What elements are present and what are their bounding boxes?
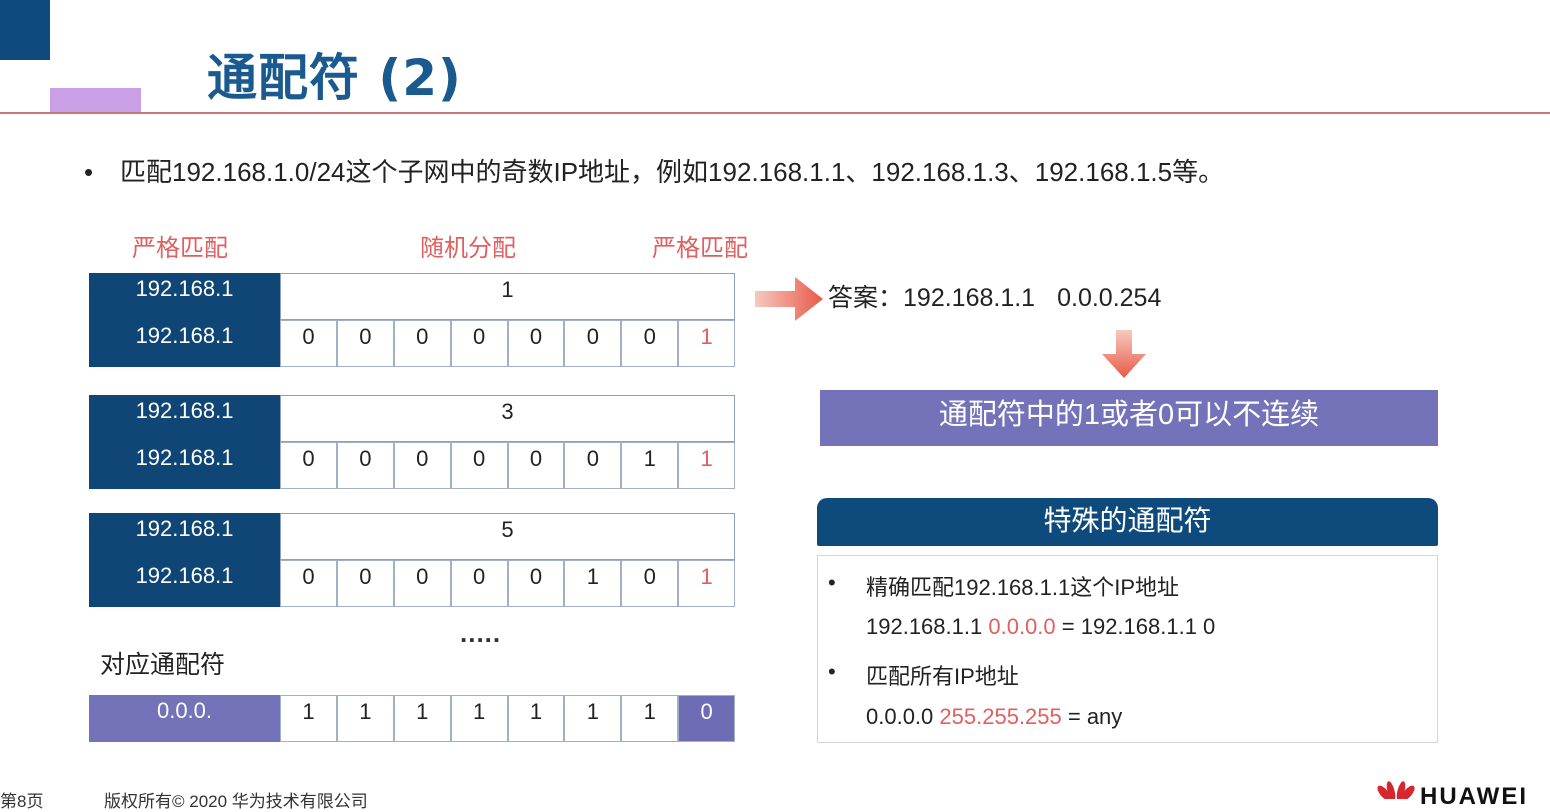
bit-cell: 0 [621, 560, 679, 607]
bit-cell: 1 [621, 695, 679, 742]
exact-match-address: 192.168.1.1 [866, 614, 983, 639]
bit-cell: 1 [450, 695, 508, 742]
answer-wildcard: 0.0.0.254 [1057, 284, 1162, 312]
match-all-result: = any [1061, 704, 1123, 729]
bit-cell: 1 [280, 695, 337, 742]
prefix-cell: 192.168.1 [89, 442, 280, 489]
exact-match-example: 192.168.1.1 0.0.0.0 = 192.168.1.1 0 [866, 614, 1215, 640]
bit-cell-strict: 0 [678, 695, 735, 742]
page-number: 第8页 [0, 792, 44, 811]
wildcard-label: 对应通配符 [100, 651, 226, 679]
label-strict-match-left: 严格匹配 [132, 235, 228, 262]
brand-name: HUAWEI [1420, 783, 1528, 810]
bit-cell: 1 [564, 695, 622, 742]
bit-cells: 1 1 1 1 1 1 1 0 [280, 695, 735, 742]
bit-cell: 0 [280, 442, 337, 489]
bit-cell: 1 [507, 695, 565, 742]
exact-match-text: 精确匹配192.168.1.1这个IP地址 [866, 575, 1180, 600]
prefix-cell: 192.168.1 [89, 395, 280, 442]
bit-cell: 0 [336, 442, 394, 489]
bit-cell: 0 [564, 320, 622, 367]
bit-cell: 1 [336, 695, 394, 742]
binary-row: 192.168.1 0 0 0 0 0 1 0 1 [89, 560, 735, 607]
copyright: 版权所有© 2020 华为技术有限公司 [104, 792, 368, 811]
huawei-logo-icon [1377, 781, 1415, 799]
decimal-value-cell: 5 [280, 513, 735, 560]
decimal-row: 192.168.1 5 [89, 513, 735, 560]
bit-cell-strict: 1 [678, 442, 735, 489]
bit-cells: 0 0 0 0 0 0 0 1 [280, 320, 735, 367]
bit-cells: 0 0 0 0 0 0 1 1 [280, 442, 735, 489]
binary-row: 192.168.1 0 0 0 0 0 0 0 1 [89, 320, 735, 367]
bit-cell-strict: 1 [678, 560, 735, 607]
bit-cell: 0 [450, 320, 508, 367]
bullet-symbol: • [828, 659, 836, 684]
match-all-address: 0.0.0.0 [866, 704, 934, 729]
prefix-cell: 192.168.1 [89, 560, 280, 607]
main-bullet-text: 匹配192.168.1.0/24这个子网中的奇数IP地址，例如192.168.1… [120, 157, 1225, 187]
wildcard-prefix-cell: 0.0.0. [89, 695, 280, 742]
decimal-value-cell: 3 [280, 395, 735, 442]
bit-cell: 0 [507, 320, 565, 367]
decimal-row: 192.168.1 3 [89, 395, 735, 442]
decimal-row: 192.168.1 1 [89, 273, 735, 320]
exact-match-wildcard: 0.0.0.0 [988, 614, 1056, 639]
bit-cell: 0 [393, 320, 451, 367]
bit-cell: 0 [507, 560, 565, 607]
bit-cell: 0 [393, 560, 451, 607]
label-strict-match-right: 严格匹配 [652, 235, 748, 262]
bullet-symbol: • [84, 157, 94, 187]
answer-line: 答案：192.168.1.1 0.0.0.254 [828, 278, 1161, 314]
bit-cells: 0 0 0 0 0 1 0 1 [280, 560, 735, 607]
bit-cell: 1 [621, 442, 679, 489]
prefix-cell: 192.168.1 [89, 273, 280, 320]
match-all-wildcard: 255.255.255 [939, 704, 1062, 729]
bit-cell-strict: 1 [678, 320, 735, 367]
binary-row: 192.168.1 0 0 0 0 0 0 1 1 [89, 442, 735, 489]
bit-cell: 1 [393, 695, 451, 742]
bit-cell: 0 [450, 560, 508, 607]
bit-cell: 0 [564, 442, 622, 489]
ellipsis: ..... [460, 618, 502, 648]
slide-title: 通配符 (2) [207, 49, 462, 107]
special-wildcard-header: 特殊的通配符 [817, 498, 1438, 546]
bit-cell: 0 [336, 320, 394, 367]
answer-label: 答案： [828, 284, 904, 312]
bit-cell: 0 [450, 442, 508, 489]
bit-cell: 0 [393, 442, 451, 489]
prefix-cell: 192.168.1 [89, 320, 280, 367]
exact-match-result: = 192.168.1.1 0 [1061, 614, 1216, 639]
special-wildcard-box: • 精确匹配192.168.1.1这个IP地址 192.168.1.1 0.0.… [817, 555, 1438, 743]
bit-cell: 0 [507, 442, 565, 489]
match-all-example: 0.0.0.0 255.255.255 = any [866, 704, 1122, 730]
bit-cell: 0 [621, 320, 679, 367]
accent-bar [50, 88, 141, 112]
bit-cell: 1 [564, 560, 622, 607]
decimal-value-cell: 1 [280, 273, 735, 320]
corner-decoration [0, 0, 50, 60]
bullet-symbol: • [828, 570, 836, 595]
prefix-cell: 192.168.1 [89, 513, 280, 560]
title-divider [0, 112, 1550, 114]
wildcard-row: 0.0.0. 1 1 1 1 1 1 1 0 [89, 695, 735, 742]
bit-cell: 0 [336, 560, 394, 607]
answer-address: 192.168.1.1 [903, 284, 1036, 312]
bit-cell: 0 [280, 320, 337, 367]
arrow-down-icon [1102, 330, 1146, 378]
label-random-assign: 随机分配 [420, 235, 516, 262]
arrow-right-icon [755, 277, 823, 321]
main-bullet: • 匹配192.168.1.0/24这个子网中的奇数IP地址，例如192.168.… [84, 152, 1224, 189]
bit-cell: 0 [280, 560, 337, 607]
noncontiguous-note: 通配符中的1或者0可以不连续 [820, 390, 1438, 446]
match-all-text: 匹配所有IP地址 [866, 664, 1019, 689]
